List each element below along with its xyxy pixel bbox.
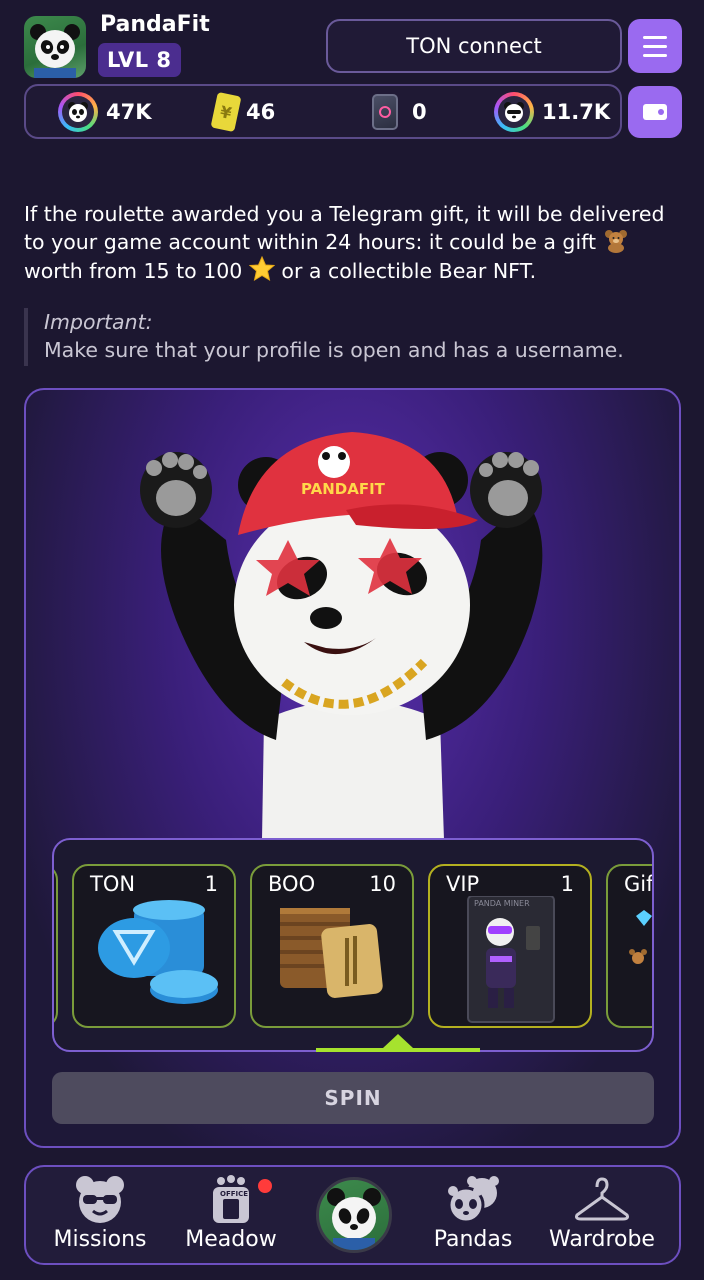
ton-coins-icon	[98, 900, 218, 1004]
prize-name: TON	[90, 872, 136, 896]
prize-name: BOO	[268, 872, 316, 896]
roulette-card: PANDAFIT TON 1 BOO 10 VIP 1 PANDA MINER …	[24, 388, 681, 1148]
reel-pointer-bar	[316, 1048, 480, 1052]
bottom-nav: Missions OFFICE Meadow Pandas Wardrobe	[24, 1165, 681, 1265]
gift-info-text: If the roulette awarded you a Telegram g…	[24, 200, 684, 285]
panda-coin-value: 47K	[106, 99, 152, 124]
profile-avatar[interactable]	[24, 16, 86, 78]
ticket-value: 46	[246, 99, 276, 124]
spin-button[interactable]: SPIN	[52, 1072, 654, 1124]
info-line-1: If the roulette awarded you a Telegram g…	[24, 202, 665, 254]
ton-connect-button[interactable]: TON connect	[326, 19, 622, 73]
nav-wardrobe-label: Wardrobe	[549, 1227, 655, 1252]
nav-meadow[interactable]: OFFICE Meadow	[176, 1167, 286, 1263]
hanger-icon	[575, 1177, 629, 1221]
gift-items-icon	[629, 910, 652, 964]
level-badge: LVL 8	[98, 43, 181, 77]
nav-missions-label: Missions	[53, 1227, 147, 1252]
card-icon	[372, 93, 398, 130]
panda-miner-card-icon: PANDA MINER	[467, 896, 555, 1023]
prize-qty: 1	[204, 872, 218, 896]
menu-icon	[643, 35, 667, 39]
prize-item-ton: TON 1	[72, 864, 236, 1028]
nav-pandas-label: Pandas	[433, 1227, 513, 1252]
bamboo-coins-icon	[280, 908, 383, 998]
pandas-icon	[447, 1176, 499, 1224]
svg-text:OFFICE: OFFICE	[220, 1190, 248, 1198]
panda-avatar-icon	[30, 24, 80, 78]
panda-coin-stat: 47K	[58, 86, 152, 137]
prize-name: Gif	[624, 872, 654, 896]
star-icon	[248, 256, 275, 282]
stats-bar: 47K ¥ 46 0 11.7K	[24, 84, 622, 139]
rainbow-coin-stat: 11.7K	[494, 86, 610, 137]
info-line-2: worth from 15 to 100	[24, 259, 243, 283]
important-note: Important: Make sure that your profile i…	[24, 308, 684, 366]
prize-reel: TON 1 BOO 10 VIP 1 PANDA MINER Gif	[52, 838, 654, 1052]
wallet-icon	[643, 104, 667, 120]
prize-item-boo: BOO 10	[250, 864, 414, 1028]
info-line-3: or a collectible Bear NFT.	[281, 259, 537, 283]
menu-button[interactable]	[628, 19, 682, 73]
cap-logo-text: PANDAFIT	[301, 480, 386, 498]
app-name: PandaFit	[100, 12, 210, 37]
prize-item-gift: Gif	[606, 864, 654, 1028]
card-stat: 0	[372, 86, 427, 137]
nav-meadow-label: Meadow	[185, 1227, 277, 1252]
nav-missions[interactable]: Missions	[40, 1167, 160, 1263]
rainbow-panda-coin-icon	[494, 91, 534, 132]
prize-qty: 1	[560, 872, 574, 896]
office-icon: OFFICE	[213, 1175, 249, 1223]
panda-mascot-image: PANDAFIT	[140, 432, 543, 840]
rainbow-coin-value: 11.7K	[542, 99, 611, 124]
prize-qty: 10	[369, 872, 396, 896]
prize-name: VIP	[446, 872, 480, 896]
card-value: 0	[412, 99, 427, 124]
note-body: Make sure that your profile is open and …	[44, 338, 624, 362]
vip-card-text: PANDA MINER	[474, 899, 530, 908]
nav-home-avatar[interactable]	[316, 1177, 392, 1253]
prize-item-vip: VIP 1 PANDA MINER	[428, 864, 592, 1028]
wallet-button[interactable]	[628, 86, 682, 138]
panda-sunglasses-icon	[76, 1176, 124, 1223]
teddy-bear-icon	[604, 230, 627, 253]
notification-dot	[256, 1177, 274, 1195]
reel-pointer-arrow	[383, 1034, 413, 1048]
ticket-stat: ¥ 46	[210, 86, 276, 137]
ticket-icon: ¥	[210, 91, 242, 132]
panda-coin-icon	[58, 91, 98, 132]
prize-item-prev	[54, 864, 58, 1028]
nav-wardrobe[interactable]: Wardrobe	[542, 1167, 662, 1263]
panda-avatar-icon	[327, 1188, 381, 1250]
note-title: Important:	[44, 310, 153, 334]
nav-pandas[interactable]: Pandas	[418, 1167, 528, 1263]
